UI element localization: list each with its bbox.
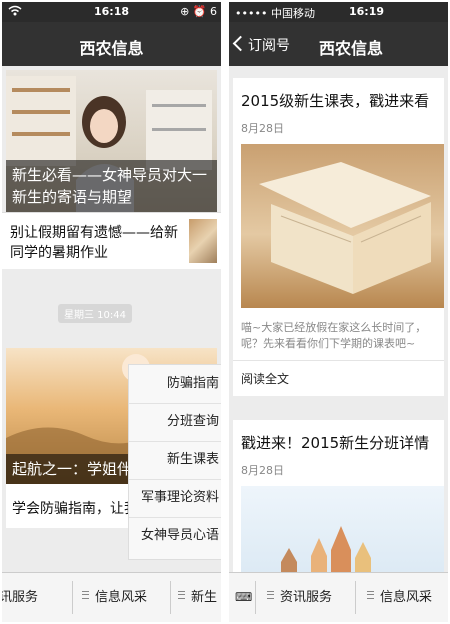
tab-divider (170, 581, 171, 614)
tab-label: 信息风采 (95, 590, 148, 605)
article-date: 8月28日 (241, 464, 284, 477)
article-image (241, 486, 444, 580)
menu-lines-icon (267, 591, 274, 599)
tab-label: 资讯服务 (280, 590, 333, 605)
nav-bar: 订阅号 西农信息 (229, 22, 448, 66)
menu-item-anti-fraud[interactable]: 防骗指南 (129, 365, 221, 404)
popup-menu: 防骗指南 分班查询 新生课表 军事理论资料 女神导员心语 (128, 364, 221, 560)
carrier-name: 中国移动 (270, 7, 315, 20)
tab-info-style[interactable]: 信息风采 (82, 573, 147, 622)
back-label: 订阅号 (248, 38, 290, 54)
bottom-tab-bar: 资讯服务 信息风采 新生 (2, 572, 221, 622)
feature-article-card[interactable]: 新生必看——女神导员对大一新生的寄语与期望 (6, 70, 217, 212)
menu-item-schedule[interactable]: 新生课表 (129, 441, 221, 480)
back-button[interactable]: 订阅号 (229, 35, 290, 55)
nav-bar: 西农信息 (2, 22, 221, 66)
tab-info-style[interactable]: 信息风采 (367, 573, 432, 622)
article-card[interactable]: 2015级新生课表，戳进来看 8月28日 喵~大家已经放假在家这么长时间了，呢？… (233, 78, 444, 396)
tab-divider (72, 581, 73, 614)
divider (233, 360, 444, 361)
timestamp-badge: 星期三 10:44 (58, 304, 132, 323)
status-time: 16:19 (349, 5, 385, 18)
keyboard-icon[interactable]: ⌨ (235, 573, 252, 622)
menu-lines-icon (367, 591, 374, 599)
page-title: 西农信息 (319, 39, 384, 58)
signal-icon: ••••• (235, 7, 268, 20)
right-phone-screen: ••••• 中国移动 16:19 订阅号 西农信息 2015级新生课表，戳进来看… (229, 2, 448, 622)
list-item-title: 别让假期留有遗憾——给新同学的暑期作业 (10, 225, 178, 261)
list-item-thumbnail (189, 219, 217, 263)
article-title: 戳进来！2015新生分班详情 (241, 434, 430, 452)
list-item[interactable]: 别让假期留有遗憾——给新同学的暑期作业 (2, 212, 221, 269)
menu-lines-icon (178, 591, 185, 599)
feature-caption: 新生必看——女神导员对大一新生的寄语与期望 (6, 160, 217, 212)
tab-info-service[interactable]: 资讯服务 (2, 573, 56, 622)
article-title: 2015级新生课表，戳进来看 (241, 92, 430, 110)
menu-item-counselor[interactable]: 女神导员心语 (129, 517, 221, 555)
read-more-link[interactable]: 阅读全文 (241, 370, 289, 387)
article-image (241, 144, 444, 308)
status-bar: 16:18 ⊕ ⏰ 6 (2, 2, 221, 22)
alarm-icon: ⊕ ⏰ (180, 5, 207, 18)
status-left: ••••• 中国移动 (235, 5, 315, 21)
battery-text: 6 (210, 5, 217, 18)
tab-info-service[interactable]: 资讯服务 (267, 573, 332, 622)
article-date: 8月28日 (241, 122, 284, 135)
menu-item-class-lookup[interactable]: 分班查询 (129, 403, 221, 442)
bottom-tab-bar: ⌨ 资讯服务 信息风采 (229, 572, 448, 622)
second-item-title: 学会防骗指南，让我 (12, 501, 138, 517)
tab-divider (355, 581, 356, 614)
article-card[interactable]: 戳进来！2015新生分班详情 8月28日 (233, 420, 444, 580)
tab-label: 新生 (191, 590, 218, 605)
tab-label: 信息风采 (380, 590, 433, 605)
page-title: 西农信息 (79, 39, 144, 58)
chevron-left-icon (232, 35, 249, 52)
left-phone-screen: 16:18 ⊕ ⏰ 6 西农信息 新生必看——女神导员对大一新生的寄语与期望 别… (2, 2, 221, 622)
menu-item-military-theory[interactable]: 军事理论资料 (129, 479, 221, 518)
tab-freshman[interactable]: 新生 (178, 573, 217, 622)
article-summary: 喵~大家已经放假在家这么长时间了，呢？先来看看你们下学期的课表吧~ (241, 321, 427, 350)
status-right: ⊕ ⏰ 6 (180, 5, 217, 18)
menu-lines-icon (82, 591, 89, 599)
tab-divider (255, 581, 256, 614)
status-bar: ••••• 中国移动 16:19 (229, 2, 448, 22)
